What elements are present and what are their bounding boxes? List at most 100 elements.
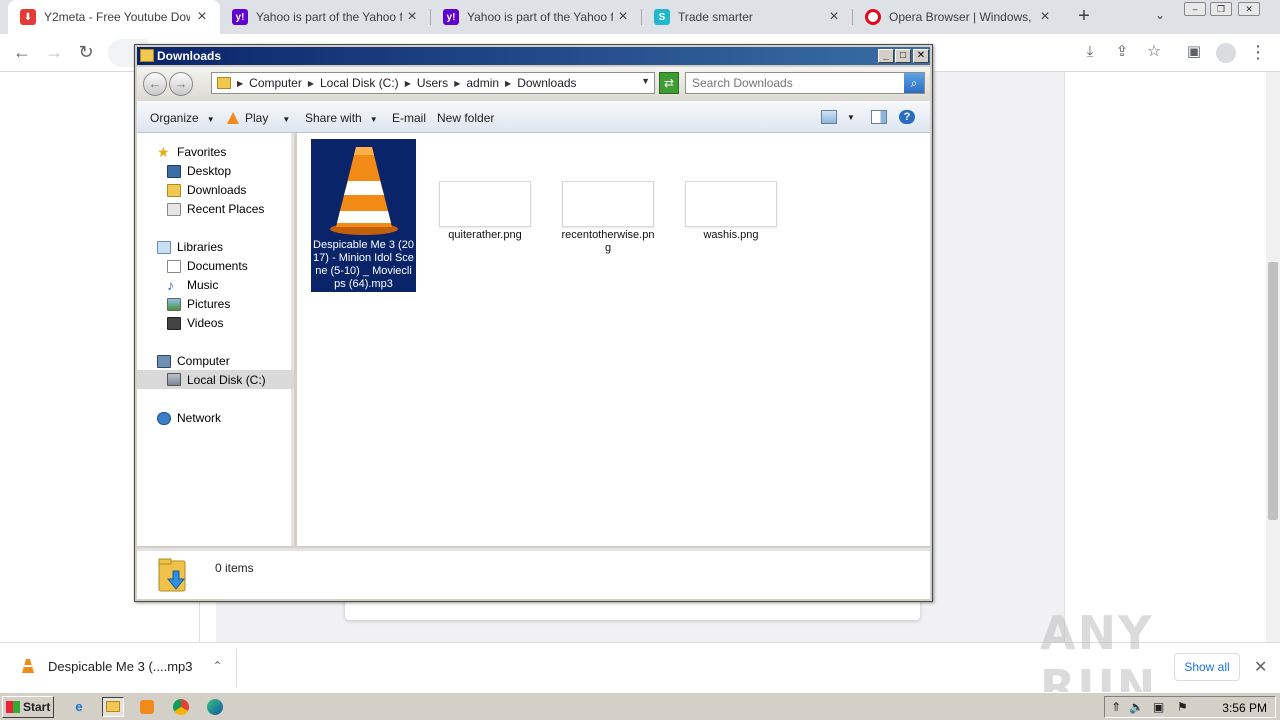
tab-opera[interactable]: Opera Browser | Windows, Ma ×: [853, 0, 1063, 34]
tree-computer[interactable]: Computer: [157, 354, 230, 368]
tree-downloads[interactable]: Downloads: [167, 183, 246, 197]
file-name: recentotherwise.png: [561, 229, 655, 254]
help-icon[interactable]: ?: [899, 110, 915, 124]
recent-places-icon: [167, 202, 181, 216]
close-window-icon[interactable]: ✕: [1238, 2, 1260, 16]
search-input[interactable]: [686, 73, 904, 93]
bookmark-star-icon[interactable]: ☆: [1142, 41, 1166, 65]
edge-icon[interactable]: [204, 697, 226, 717]
internet-explorer-icon[interactable]: e: [68, 697, 90, 717]
chrome-icon[interactable]: [170, 697, 192, 717]
breadcrumb-local-disk[interactable]: Local Disk (C:): [320, 76, 399, 90]
email-button[interactable]: E-mail: [392, 111, 426, 125]
minimize-icon[interactable]: –: [1184, 2, 1206, 16]
explorer-taskbar-icon[interactable]: [102, 697, 124, 717]
file-name: Despicable Me 3 (2017) - Minion Idol Sce…: [313, 239, 414, 290]
tab-trade-smarter[interactable]: S Trade smarter ×: [642, 0, 852, 34]
chevron-right-icon[interactable]: ▶: [405, 79, 411, 88]
breadcrumb-admin[interactable]: admin: [466, 76, 499, 90]
tree-documents[interactable]: Documents: [167, 259, 248, 273]
tree-music[interactable]: ♪ Music: [167, 278, 218, 293]
change-view-icon[interactable]: [821, 110, 837, 124]
address-dropdown-icon[interactable]: ▼: [641, 76, 650, 86]
profile-avatar-icon[interactable]: [1214, 41, 1238, 65]
close-tab-icon[interactable]: ×: [615, 8, 631, 26]
pictures-icon: [167, 297, 181, 311]
download-item[interactable]: Despicable Me 3 (....mp3 ⌃: [20, 658, 223, 674]
file-item[interactable]: Despicable Me 3 (2017) - Minion Idol Sce…: [311, 139, 416, 292]
media-player-icon[interactable]: [136, 697, 158, 717]
tree-recent-places[interactable]: Recent Places: [167, 202, 264, 216]
forward-arrow-icon[interactable]: →: [169, 72, 193, 96]
downloads-folder-icon: [167, 183, 181, 197]
chevron-right-icon[interactable]: ▶: [454, 79, 460, 88]
tree-label: Computer: [177, 354, 230, 368]
file-item[interactable]: quiterather.png: [435, 181, 535, 261]
file-item[interactable]: recentotherwise.png: [558, 181, 658, 261]
tree-label: Local Disk (C:): [187, 372, 266, 387]
reload-icon[interactable]: ↻: [74, 41, 98, 65]
search-box[interactable]: ⌕: [685, 72, 925, 94]
videos-icon: [167, 316, 181, 330]
tab-yahoo-1[interactable]: y! Yahoo is part of the Yahoo fam ×: [220, 0, 430, 34]
close-tab-icon[interactable]: ×: [194, 8, 210, 26]
tree-network[interactable]: Network: [157, 411, 221, 425]
menu-kebab-icon[interactable]: ⋮: [1246, 41, 1270, 65]
breadcrumb-computer[interactable]: Computer: [249, 76, 302, 90]
chevron-right-icon[interactable]: ▶: [505, 79, 511, 88]
play-button[interactable]: Play ▼: [227, 111, 290, 125]
tab-search-chevron-icon[interactable]: ⌄: [1150, 8, 1170, 26]
organize-menu[interactable]: Organize ▼: [150, 111, 215, 125]
chevron-up-icon[interactable]: ⌃: [213, 659, 223, 673]
back-arrow-icon[interactable]: ←: [143, 72, 167, 96]
close-tab-icon[interactable]: ×: [404, 8, 420, 26]
tree-videos[interactable]: Videos: [167, 316, 223, 330]
network-status-icon[interactable]: ▣: [1153, 700, 1164, 714]
chevron-right-icon[interactable]: ▶: [308, 79, 314, 88]
view-dropdown-icon[interactable]: ▼: [847, 113, 855, 122]
minimize-icon[interactable]: _: [878, 49, 894, 63]
show-hidden-icons-icon[interactable]: ⇑: [1111, 700, 1121, 714]
search-icon[interactable]: ⌕: [904, 73, 924, 93]
restore-icon[interactable]: ❐: [1210, 2, 1232, 16]
explorer-titlebar[interactable]: Downloads _ □ ✕: [137, 47, 930, 65]
chevron-right-icon[interactable]: ▶: [237, 79, 243, 88]
windows-taskbar: Start e ⇑ 🔈 ▣ ⚑ 3:56 PM: [0, 692, 1280, 720]
file-item[interactable]: washis.png: [681, 181, 781, 261]
action-center-flag-icon[interactable]: ⚑: [1177, 700, 1188, 714]
close-tab-icon[interactable]: ×: [1037, 8, 1053, 26]
new-folder-button[interactable]: New folder: [437, 111, 494, 125]
explorer-title: Downloads: [157, 49, 222, 63]
share-with-menu[interactable]: Share with ▼: [305, 111, 378, 125]
tree-desktop[interactable]: Desktop: [167, 164, 231, 178]
tab-yahoo-2[interactable]: y! Yahoo is part of the Yahoo fam ×: [431, 0, 641, 34]
vlc-cone-icon: [22, 659, 34, 673]
tree-pictures[interactable]: Pictures: [167, 297, 230, 311]
volume-icon[interactable]: 🔈: [1129, 700, 1144, 714]
preview-pane-icon[interactable]: [871, 110, 887, 124]
tree-libraries[interactable]: Libraries: [157, 240, 223, 254]
tree-label: Videos: [187, 316, 224, 330]
explorer-address-bar[interactable]: ▶ Computer ▶ Local Disk (C:) ▶ Users ▶ a…: [211, 72, 655, 94]
breadcrumb-downloads[interactable]: Downloads: [517, 76, 576, 90]
start-button[interactable]: Start: [2, 696, 54, 718]
tab-y2meta[interactable]: ⬇ Y2meta - Free Youtube Downl ×: [8, 0, 220, 34]
install-icon[interactable]: ⤓: [1078, 41, 1102, 65]
forward-icon[interactable]: →: [42, 41, 66, 65]
tree-local-disk[interactable]: Local Disk (C:): [137, 370, 294, 389]
refresh-icon[interactable]: ⇄: [659, 72, 679, 94]
clock[interactable]: 3:56 PM: [1222, 701, 1267, 715]
file-name: washis.png: [703, 229, 759, 241]
breadcrumb-users[interactable]: Users: [417, 76, 448, 90]
tree-label: Libraries: [177, 240, 224, 254]
maximize-icon[interactable]: □: [895, 49, 911, 63]
new-tab-button[interactable]: +: [1072, 5, 1096, 29]
side-panel-icon[interactable]: ▣: [1182, 41, 1206, 65]
desktop-icon: [167, 164, 181, 178]
close-tab-icon[interactable]: ×: [826, 8, 842, 26]
share-icon[interactable]: ⇪: [1110, 41, 1134, 65]
tree-favorites[interactable]: ★ Favorites: [157, 145, 226, 160]
close-icon[interactable]: ✕: [913, 49, 929, 63]
back-icon[interactable]: ←: [10, 41, 34, 65]
page-scrollbar-thumb[interactable]: [1268, 262, 1278, 520]
